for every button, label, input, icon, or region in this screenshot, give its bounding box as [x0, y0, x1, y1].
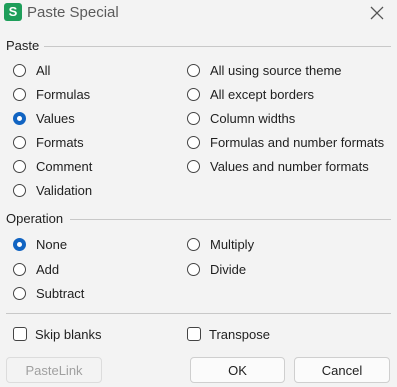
- checkbox-label: Skip blanks: [35, 326, 102, 342]
- option-label: Formulas and number formats: [210, 134, 385, 150]
- operation-option-none[interactable]: None: [13, 235, 67, 253]
- paste-option-values[interactable]: Values: [13, 109, 75, 127]
- transpose-checkbox[interactable]: Transpose: [187, 325, 270, 343]
- paste-option-column-widths[interactable]: Column widths: [187, 109, 295, 127]
- close-button[interactable]: [366, 2, 388, 24]
- option-label: None: [36, 236, 68, 252]
- option-label: Multiply: [210, 236, 255, 252]
- paste-option-formulas-and-number-formats[interactable]: Formulas and number formats: [187, 133, 384, 151]
- radio-button[interactable]: [13, 135, 26, 149]
- operation-option-subtract[interactable]: Subtract: [13, 284, 84, 302]
- option-label: Divide: [210, 261, 247, 277]
- checkbox[interactable]: [13, 327, 27, 341]
- paste-option-validation[interactable]: Validation: [13, 181, 92, 199]
- radio-button[interactable]: [13, 63, 26, 77]
- option-label: Values and number formats: [210, 158, 369, 174]
- paste-option-all-except-borders[interactable]: All except borders: [187, 85, 314, 103]
- checkbox-label: Transpose: [209, 326, 270, 342]
- operation-option-multiply[interactable]: Multiply: [187, 235, 254, 253]
- option-label: Comment: [36, 158, 93, 174]
- options-divider: [6, 313, 391, 314]
- paste-section-label: Paste: [6, 38, 40, 53]
- checkbox[interactable]: [187, 327, 201, 341]
- option-label: All except borders: [210, 86, 315, 102]
- option-label: Formulas: [36, 86, 91, 102]
- radio-button[interactable]: [13, 262, 26, 276]
- dialog-title: Paste Special: [27, 4, 119, 21]
- option-label: Values: [36, 110, 75, 126]
- radio-button[interactable]: [13, 286, 26, 300]
- title-bar: S Paste Special: [0, 0, 397, 27]
- paste-option-all-using-source-theme[interactable]: All using source theme: [187, 61, 342, 79]
- option-label: Formats: [36, 134, 84, 150]
- paste-option-all[interactable]: All: [13, 61, 50, 79]
- radio-button[interactable]: [187, 111, 200, 125]
- option-label: All: [36, 62, 51, 78]
- radio-button[interactable]: [187, 63, 200, 77]
- radio-button[interactable]: [187, 87, 200, 101]
- operation-option-divide[interactable]: Divide: [187, 260, 246, 278]
- operation-section-label: Operation: [6, 211, 64, 226]
- ok-button[interactable]: OK: [190, 357, 285, 383]
- radio-button[interactable]: [13, 87, 26, 101]
- skip-blanks-checkbox[interactable]: Skip blanks: [13, 325, 101, 343]
- paste-section-divider: [44, 46, 391, 47]
- paste-option-formulas[interactable]: Formulas: [13, 85, 90, 103]
- option-label: Column widths: [210, 110, 296, 126]
- radio-button[interactable]: [187, 237, 200, 251]
- option-label: Validation: [36, 182, 93, 198]
- operation-option-add[interactable]: Add: [13, 260, 59, 278]
- radio-button[interactable]: [187, 135, 200, 149]
- app-icon: S: [4, 3, 22, 21]
- radio-button[interactable]: [13, 111, 26, 125]
- operation-section-divider: [70, 219, 391, 220]
- paste-option-formats[interactable]: Formats: [13, 133, 84, 151]
- paste-option-comment[interactable]: Comment: [13, 157, 92, 175]
- radio-button[interactable]: [187, 159, 200, 173]
- option-label: Add: [36, 261, 60, 277]
- option-label: Subtract: [36, 285, 85, 301]
- cancel-button[interactable]: Cancel: [294, 357, 390, 383]
- close-icon: [370, 6, 384, 20]
- radio-button[interactable]: [13, 159, 26, 173]
- paste-option-values-and-number-formats[interactable]: Values and number formats: [187, 157, 369, 175]
- radio-button[interactable]: [187, 262, 200, 276]
- paste-link-button[interactable]: PasteLink: [6, 357, 102, 383]
- option-label: All using source theme: [210, 62, 342, 78]
- radio-button[interactable]: [13, 183, 26, 197]
- radio-button[interactable]: [13, 237, 26, 251]
